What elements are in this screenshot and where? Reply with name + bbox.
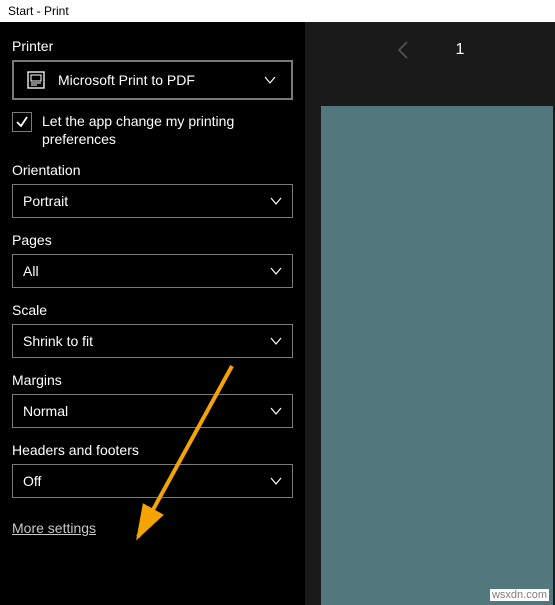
orientation-select[interactable]: Portrait: [12, 184, 293, 218]
printer-label: Printer: [12, 38, 293, 54]
margins-value: Normal: [23, 403, 68, 419]
page-preview: [321, 106, 553, 605]
headers-footers-label: Headers and footers: [12, 442, 293, 458]
window-title: Start - Print: [8, 4, 69, 18]
printer-value: Microsoft Print to PDF: [58, 72, 195, 88]
page-navigator: 1: [305, 40, 555, 60]
preview-pane: 1: [305, 22, 555, 605]
orientation-value: Portrait: [23, 193, 68, 209]
app-change-prefs-label: Let the app change my printing preferenc…: [42, 112, 293, 148]
watermark: wsxdn.com: [490, 589, 549, 601]
scale-select[interactable]: Shrink to fit: [12, 324, 293, 358]
chevron-down-icon: [270, 475, 282, 487]
headers-footers-value: Off: [23, 473, 41, 489]
app-change-prefs-checkbox[interactable]: [12, 112, 32, 132]
orientation-label: Orientation: [12, 162, 293, 178]
pages-label: Pages: [12, 232, 293, 248]
chevron-down-icon: [270, 405, 282, 417]
chevron-down-icon: [270, 335, 282, 347]
window-titlebar: Start - Print: [0, 0, 555, 22]
app-change-prefs-row: Let the app change my printing preferenc…: [12, 112, 293, 148]
margins-select[interactable]: Normal: [12, 394, 293, 428]
more-settings-link[interactable]: More settings: [12, 520, 96, 536]
pages-select[interactable]: All: [12, 254, 293, 288]
headers-footers-select[interactable]: Off: [12, 464, 293, 498]
dialog-content: Printer Microsoft Print to PDF Let the a…: [0, 22, 555, 605]
pages-value: All: [23, 263, 39, 279]
prev-page-button[interactable]: [396, 40, 410, 60]
chevron-down-icon: [263, 73, 277, 87]
print-options-pane: Printer Microsoft Print to PDF Let the a…: [0, 22, 305, 605]
printer-icon: [26, 70, 46, 90]
scale-value: Shrink to fit: [23, 333, 93, 349]
printer-select[interactable]: Microsoft Print to PDF: [12, 60, 293, 100]
scale-label: Scale: [12, 302, 293, 318]
margins-label: Margins: [12, 372, 293, 388]
chevron-down-icon: [270, 195, 282, 207]
current-page-number: 1: [456, 41, 465, 59]
chevron-down-icon: [270, 265, 282, 277]
